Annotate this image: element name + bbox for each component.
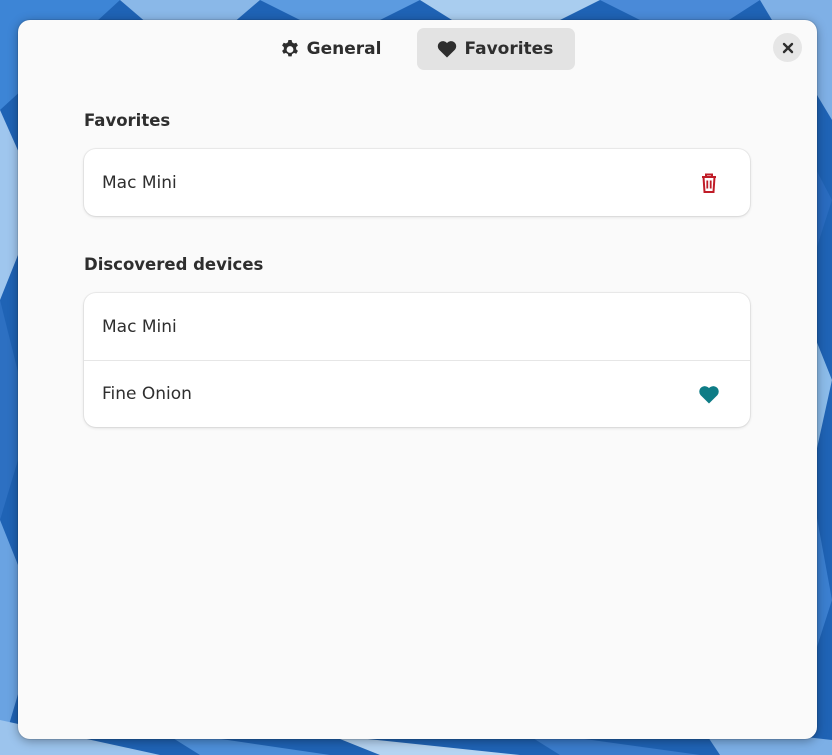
preferences-dialog: General Favorites Favorites Mac Mini Dis… — [18, 20, 817, 739]
add-favorite-button[interactable] — [692, 377, 726, 411]
favorites-section-title: Favorites — [84, 111, 171, 130]
discovered-devices-list: Mac Mini Fine Onion — [84, 293, 750, 427]
device-name: Mac Mini — [102, 316, 177, 337]
dialog-header: General Favorites — [18, 20, 817, 78]
tab-general[interactable]: General — [260, 28, 404, 70]
close-button[interactable] — [773, 33, 802, 62]
tab-bar: General Favorites — [18, 28, 817, 70]
remove-favorite-button[interactable] — [692, 166, 726, 200]
trash-icon — [699, 172, 719, 194]
favorites-page: Favorites Mac Mini Discovered devices Ma… — [84, 110, 750, 427]
device-name: Mac Mini — [102, 172, 177, 193]
heart-icon — [698, 385, 720, 404]
list-item: Mac Mini — [84, 149, 750, 216]
list-item: Fine Onion — [84, 360, 750, 427]
tab-favorites-label: Favorites — [464, 39, 554, 59]
tab-favorites[interactable]: Favorites — [417, 28, 576, 70]
tab-general-label: General — [306, 39, 382, 59]
gear-icon — [280, 39, 300, 59]
device-name: Fine Onion — [102, 384, 192, 404]
close-icon — [782, 42, 794, 54]
heart-icon — [437, 39, 457, 59]
favorites-list: Mac Mini — [84, 149, 750, 216]
list-item: Mac Mini — [84, 293, 750, 360]
discovered-section-title: Discovered devices — [84, 255, 264, 274]
